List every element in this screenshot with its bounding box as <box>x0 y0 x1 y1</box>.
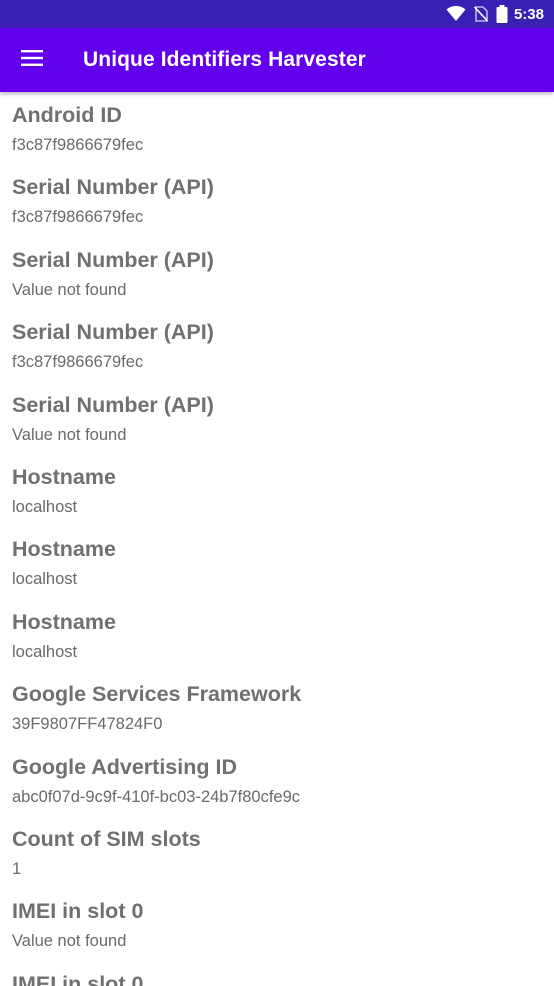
identifier-label: IMEI in slot 0 <box>12 971 144 986</box>
identifier-label: Hostname <box>12 464 116 489</box>
identifier-label: Serial Number (API) <box>12 320 214 345</box>
identifier-value: Value not found <box>12 425 127 444</box>
identifier-label: Serial Number (API) <box>12 175 214 200</box>
identifier-label: Serial Number (API) <box>12 247 214 272</box>
identifier-value: localhost <box>12 497 78 516</box>
identifier-label: Android ID <box>12 103 122 127</box>
identifier-label: Google Advertising ID <box>12 754 237 779</box>
wifi-icon <box>446 6 466 22</box>
app-bar: Unique Identifiers Harvester <box>0 28 554 92</box>
list-item: Hostname localhost <box>0 454 554 526</box>
identifier-label: Google Services Framework <box>12 682 302 707</box>
list-item: Serial Number (API) Value not found <box>0 237 554 309</box>
list-item: IMEI in slot 0 <box>0 961 554 986</box>
list-item: Hostname localhost <box>0 599 554 671</box>
battery-icon <box>496 5 508 23</box>
identifier-value: abc0f07d-9c9f-410f-bc03-24b7f80cfe9c <box>12 787 301 806</box>
identifier-label: Hostname <box>12 609 116 634</box>
identifier-value: f3c87f9866679fec <box>12 208 144 227</box>
status-icons <box>446 5 508 23</box>
list-item: Android ID f3c87f9866679fec <box>0 92 554 164</box>
identifier-label: Serial Number (API) <box>12 392 214 417</box>
list-item: IMEI in slot 0 Value not found <box>0 888 554 960</box>
list-item: Hostname localhost <box>0 526 554 598</box>
list-item: Serial Number (API) f3c87f9866679fec <box>0 309 554 381</box>
identifier-label: Hostname <box>12 537 116 562</box>
status-bar: 5:38 <box>0 0 554 28</box>
identifier-value: Value not found <box>12 932 127 951</box>
identifier-value: 1 <box>12 859 22 878</box>
identifier-value: f3c87f9866679fec <box>12 353 144 372</box>
identifier-value: 39F9807FF47824F0 <box>12 715 163 734</box>
identifier-label: IMEI in slot 0 <box>12 899 144 924</box>
identifier-value: f3c87f9866679fec <box>12 136 144 154</box>
hamburger-menu-icon <box>21 49 43 71</box>
identifier-label: Count of SIM slots <box>12 826 201 851</box>
identifier-value: localhost <box>12 570 78 589</box>
app-title: Unique Identifiers Harvester <box>83 48 366 71</box>
list-item: Serial Number (API) Value not found <box>0 382 554 454</box>
list-item: Count of SIM slots 1 <box>0 816 554 888</box>
no-sim-icon <box>473 6 488 22</box>
identifier-value: localhost <box>12 642 78 661</box>
menu-button[interactable] <box>16 44 48 76</box>
list-item: Google Services Framework 39F9807FF47824… <box>0 671 554 743</box>
status-time: 5:38 <box>513 5 544 23</box>
list-item: Google Advertising ID abc0f07d-9c9f-410f… <box>0 744 554 816</box>
list-item: Serial Number (API) f3c87f9866679fec <box>0 164 554 236</box>
identifier-value: Value not found <box>12 280 127 299</box>
identifier-list[interactable]: Android ID f3c87f9866679fec Serial Numbe… <box>0 92 554 986</box>
